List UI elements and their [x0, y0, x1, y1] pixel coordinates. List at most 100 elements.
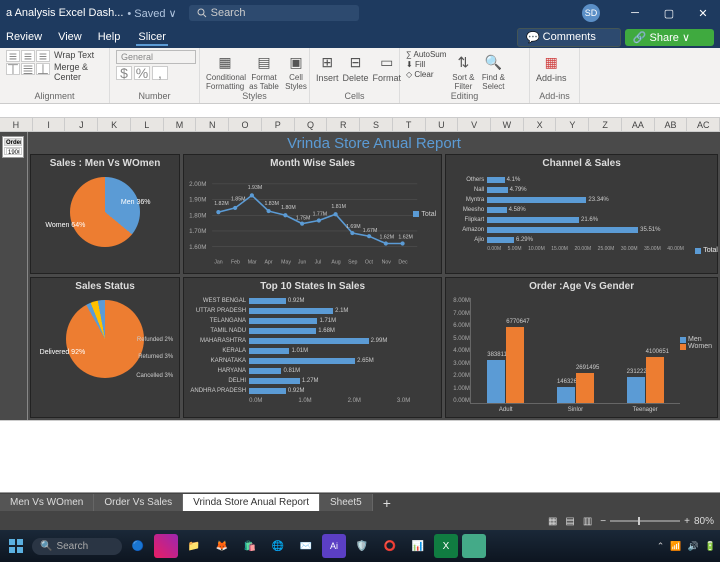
- align-mid-icon[interactable]: ≣: [21, 63, 35, 75]
- chrome-icon[interactable]: ⭕: [378, 534, 402, 558]
- clear-button[interactable]: ◇ Clear: [406, 70, 446, 79]
- chart-men-vs-women[interactable]: Sales : Men Vs WOmen Men 36% Women 64%: [30, 154, 180, 274]
- maximize-button[interactable]: ▢: [652, 0, 686, 26]
- col-header[interactable]: I: [33, 118, 66, 131]
- col-header[interactable]: U: [426, 118, 459, 131]
- sheet-tab[interactable]: Order Vs Sales: [94, 494, 183, 511]
- col-header[interactable]: R: [327, 118, 360, 131]
- chart-sales-status[interactable]: Sales Status Delivered 92% Refunded 2% R…: [30, 277, 180, 418]
- explorer-icon[interactable]: 📁: [182, 534, 206, 558]
- chart-age-gender[interactable]: Order :Age Vs Gender 8.00M7.00M6.00M5.00…: [445, 277, 718, 418]
- system-tray[interactable]: ⌃ 📶 🔊 🔋: [657, 541, 716, 552]
- firefox-icon[interactable]: 🦊: [210, 534, 234, 558]
- addins-button[interactable]: ▦Add-ins: [536, 50, 567, 83]
- zoom-in-button[interactable]: +: [684, 516, 690, 527]
- conditional-formatting-button[interactable]: ▦Conditional Formatting: [206, 50, 244, 91]
- comments-button[interactable]: 💬 Comments: [517, 28, 621, 47]
- col-header[interactable]: J: [65, 118, 98, 131]
- chart-title: Sales : Men Vs WOmen: [34, 158, 176, 169]
- col-header[interactable]: AA: [622, 118, 655, 131]
- share-button[interactable]: 🔗 Share ∨: [625, 29, 714, 46]
- chart-channel-sales[interactable]: Channel & Sales Others4.1%Nall4.79%Myntr…: [445, 154, 718, 274]
- col-header[interactable]: P: [262, 118, 295, 131]
- col-header[interactable]: K: [98, 118, 131, 131]
- taskbar-search[interactable]: 🔍 Search: [32, 538, 122, 555]
- align-top-icon[interactable]: ⊤: [6, 63, 20, 75]
- col-header[interactable]: S: [360, 118, 393, 131]
- chevron-up-icon[interactable]: ⌃: [657, 541, 665, 552]
- autosum-button[interactable]: ∑ AutoSum: [406, 50, 446, 59]
- format-button[interactable]: ▭Format: [373, 50, 402, 83]
- app-icon[interactable]: Ai: [322, 534, 346, 558]
- shield-icon[interactable]: 🛡️: [350, 534, 374, 558]
- task-icon[interactable]: [154, 534, 178, 558]
- store-icon[interactable]: 🛍️: [238, 534, 262, 558]
- view-normal-icon[interactable]: ▦: [548, 516, 557, 527]
- wifi-icon[interactable]: 📶: [670, 541, 681, 552]
- col-header[interactable]: V: [458, 118, 491, 131]
- mail-icon[interactable]: ✉️: [294, 534, 318, 558]
- zoom-level[interactable]: 80%: [694, 516, 714, 527]
- tab-slicer[interactable]: Slicer: [136, 29, 168, 46]
- tab-help[interactable]: Help: [98, 31, 121, 43]
- format-table-button[interactable]: ▤Format as Table: [248, 50, 280, 91]
- sort-filter-button[interactable]: ⇅Sort & Filter: [450, 50, 476, 91]
- col-header[interactable]: Z: [589, 118, 622, 131]
- edge-icon[interactable]: 🌐: [266, 534, 290, 558]
- tab-view[interactable]: View: [58, 31, 82, 43]
- svg-text:2.00M: 2.00M: [189, 181, 206, 188]
- search-input[interactable]: Search: [189, 5, 359, 21]
- slicer-item[interactable]: 1900: [6, 148, 20, 155]
- tab-review[interactable]: Review: [6, 31, 42, 43]
- col-header[interactable]: H: [0, 118, 33, 131]
- col-header[interactable]: Y: [556, 118, 589, 131]
- zoom-slider[interactable]: [610, 520, 680, 522]
- save-status[interactable]: • Saved ∨: [127, 7, 176, 20]
- zoom-out-button[interactable]: −: [600, 516, 606, 527]
- sheet-tab[interactable]: Men Vs WOmen: [0, 494, 94, 511]
- align-bot-icon[interactable]: ⊥: [36, 63, 50, 75]
- delete-button[interactable]: ⊟Delete: [343, 50, 369, 83]
- col-header[interactable]: T: [393, 118, 426, 131]
- empty-cells[interactable]: [0, 420, 720, 492]
- cell-styles-button[interactable]: ▣Cell Styles: [284, 50, 308, 91]
- insert-button[interactable]: ⊞Insert: [316, 50, 339, 83]
- col-header[interactable]: Q: [295, 118, 328, 131]
- sheet-tab[interactable]: Sheet5: [320, 494, 373, 511]
- wrap-text-button[interactable]: Wrap Text: [54, 50, 103, 60]
- col-header[interactable]: M: [164, 118, 197, 131]
- add-sheet-button[interactable]: +: [373, 495, 401, 511]
- start-button[interactable]: [4, 534, 28, 558]
- find-select-button[interactable]: 🔍Find & Select: [480, 50, 506, 91]
- powerbi-icon[interactable]: 📊: [406, 534, 430, 558]
- view-layout-icon[interactable]: ▤: [565, 516, 574, 527]
- currency-icon[interactable]: $: [116, 66, 132, 80]
- chart-top-states[interactable]: Top 10 States In Sales WEST BENGAL0.92MU…: [183, 277, 442, 418]
- sheet-tab[interactable]: Vrinda Store Anual Report: [183, 494, 320, 511]
- col-header[interactable]: X: [524, 118, 557, 131]
- task-icon[interactable]: 🔵: [126, 534, 150, 558]
- percent-icon[interactable]: %: [134, 66, 150, 80]
- app-icon[interactable]: [462, 534, 486, 558]
- svg-text:1.90M: 1.90M: [189, 197, 206, 204]
- battery-icon[interactable]: 🔋: [705, 541, 716, 552]
- col-header[interactable]: L: [131, 118, 164, 131]
- col-header[interactable]: O: [229, 118, 262, 131]
- minimize-button[interactable]: ─: [618, 0, 652, 26]
- col-header[interactable]: W: [491, 118, 524, 131]
- volume-icon[interactable]: 🔊: [688, 541, 699, 552]
- col-header[interactable]: N: [196, 118, 229, 131]
- view-break-icon[interactable]: ▥: [583, 516, 592, 527]
- merge-center-button[interactable]: Merge & Center: [54, 62, 103, 82]
- col-header[interactable]: AB: [655, 118, 688, 131]
- close-button[interactable]: ✕: [686, 0, 720, 26]
- user-avatar[interactable]: SD: [582, 4, 600, 22]
- fill-button[interactable]: ⬇ Fill: [406, 60, 446, 69]
- chart-month-sales[interactable]: Month Wise Sales 2.00M1.90M1.80M1.70M1.6…: [183, 154, 442, 274]
- col-header[interactable]: AC: [687, 118, 720, 131]
- formula-bar[interactable]: [0, 104, 720, 118]
- number-format-select[interactable]: General: [116, 50, 196, 64]
- excel-icon[interactable]: X: [434, 534, 458, 558]
- comma-icon[interactable]: ,: [152, 66, 168, 80]
- slicer-panel[interactable]: Order ID 1900230026002800290030002100500…: [2, 136, 24, 158]
